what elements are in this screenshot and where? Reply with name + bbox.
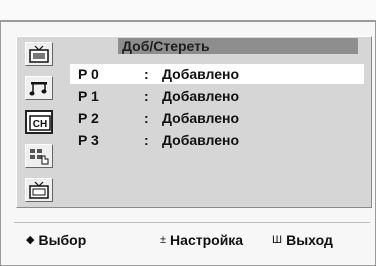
bottom-divider: [14, 222, 370, 223]
menu-category-column: CH: [20, 38, 60, 203]
help-adjust: ± Настройка: [160, 230, 243, 252]
program-number: P 1: [78, 88, 99, 104]
svg-text:CH: CH: [33, 119, 47, 130]
program-row[interactable]: P 1 : Добавлено: [70, 86, 364, 106]
program-status: Добавлено: [162, 132, 240, 148]
row-separator: :: [144, 88, 149, 104]
program-row[interactable]: P 3 : Добавлено: [70, 130, 364, 150]
program-number: P 0: [78, 66, 99, 82]
program-number: P 2: [78, 110, 99, 126]
program-row[interactable]: P 0 : Добавлено: [70, 64, 364, 84]
sound-icon[interactable]: [25, 76, 53, 100]
help-select-label: Выбор: [38, 232, 87, 248]
menu-title: Доб/Стереть: [122, 38, 210, 54]
channel-icon[interactable]: CH: [25, 110, 53, 134]
menu-content: Доб/Стереть P 0 : Добавлено P 1 : Добавл…: [68, 38, 364, 203]
function-icon[interactable]: [25, 144, 53, 168]
help-bar: ◆ Выбор ± Настройка Ш Выход: [0, 226, 376, 254]
plus-minus-icon: ±: [160, 234, 167, 246]
program-status: Добавлено: [162, 110, 240, 126]
setup-icon[interactable]: [25, 178, 53, 202]
program-row[interactable]: P 2 : Добавлено: [70, 108, 364, 128]
row-separator: :: [144, 66, 149, 82]
picture-icon[interactable]: [25, 42, 53, 66]
top-band: [0, 0, 376, 20]
program-status: Добавлено: [162, 88, 240, 104]
top-divider: [0, 20, 376, 22]
help-adjust-label: Настройка: [170, 232, 244, 248]
help-select: ◆ Выбор: [26, 230, 86, 252]
row-separator: :: [144, 110, 149, 126]
program-number: P 3: [78, 132, 99, 148]
help-exit-label: Выход: [286, 232, 333, 248]
row-separator: :: [144, 132, 149, 148]
menu-icon: Ш: [272, 234, 283, 246]
up-down-icon: ◆: [26, 234, 35, 246]
help-exit: Ш Выход: [272, 230, 333, 252]
program-status: Добавлено: [162, 66, 240, 82]
menu-title-bar: Доб/Стереть: [118, 38, 358, 54]
